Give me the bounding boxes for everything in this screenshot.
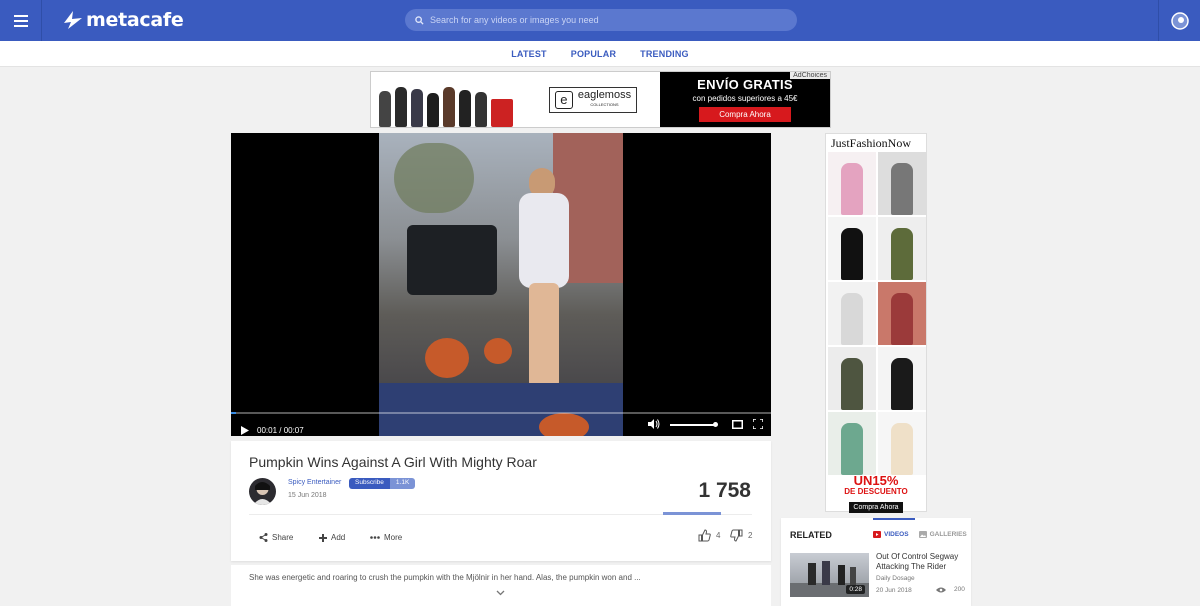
video-play-icon <box>873 531 881 538</box>
brand-e-icon: e <box>554 90 573 109</box>
add-button[interactable]: Add <box>319 533 345 542</box>
more-label: More <box>384 533 403 542</box>
video-info-panel: Pumpkin Wins Against A Girl With Mighty … <box>231 441 771 561</box>
side-ad-cta-button[interactable]: Compra Ahora <box>849 502 903 513</box>
logo-star-icon <box>64 11 82 29</box>
volume-slider[interactable] <box>670 422 718 427</box>
ad-brand-sub: COLLECTIONS <box>590 101 619 107</box>
search-input[interactable] <box>430 15 770 25</box>
volume-button[interactable] <box>648 416 660 434</box>
fullscreen-icon <box>752 418 764 430</box>
play-icon <box>241 426 249 435</box>
channel-name-link[interactable]: Spicy Entertainer <box>288 479 341 486</box>
tab-galleries[interactable]: GALLERIES <box>918 518 967 551</box>
like-count: 4 <box>716 531 721 540</box>
ad-cta-button[interactable]: Compra Ahora <box>699 107 791 122</box>
top-bar: metacafe <box>0 0 1200 41</box>
user-avatar-icon <box>1170 11 1189 30</box>
more-dots-icon <box>370 536 380 539</box>
related-heading: RELATED <box>790 530 832 540</box>
share-button[interactable]: Share <box>259 533 293 542</box>
expand-description-button[interactable] <box>496 583 505 601</box>
thumbs-up-icon <box>698 529 711 542</box>
description-panel: She was energetic and roaring to crush t… <box>231 565 771 606</box>
logo-text: metacafe <box>86 9 184 31</box>
menu-button[interactable] <box>0 0 42 41</box>
related-channel: Daily Dosage <box>876 575 915 582</box>
like-ratio-bar <box>663 512 721 515</box>
video-title: Pumpkin Wins Against A Girl With Mighty … <box>249 454 537 470</box>
video-description: She was energetic and roaring to crush t… <box>249 573 641 582</box>
tab-videos-label: VIDEOS <box>884 531 909 538</box>
search-bar[interactable] <box>405 9 797 31</box>
channel-avatar[interactable] <box>249 478 276 505</box>
sub-navigation: LATEST POPULAR TRENDING <box>0 41 1200 67</box>
ad-subline: con pedidos superiores a 45€ <box>692 94 798 103</box>
chevron-down-icon <box>496 590 505 596</box>
player-right-controls <box>648 416 764 434</box>
more-button[interactable]: More <box>370 533 402 542</box>
related-tabs: VIDEOS GALLERIES <box>873 518 967 551</box>
video-frame <box>379 133 623 436</box>
side-ad-promo: UN15% DE DESCUENTO Compra Ahora <box>826 474 926 514</box>
related-duration: 0:28 <box>846 585 865 594</box>
search-icon <box>415 15 424 25</box>
ad-headline: ENVÍO GRATIS <box>697 77 793 92</box>
related-panel: RELATED VIDEOS GALLERIES 0:28 Out Of Con… <box>781 518 971 606</box>
related-date: 20 Jun 2018 <box>876 587 912 594</box>
related-view-count: 200 <box>954 586 965 593</box>
tab-galleries-label: GALLERIES <box>929 531 967 538</box>
gallery-icon <box>918 531 927 538</box>
share-label: Share <box>272 533 294 542</box>
banner-ad[interactable]: e eaglemoss COLLECTIONS AdChoices ENVÍO … <box>370 71 831 128</box>
dislike-count: 2 <box>748 531 753 540</box>
publish-date: 15 Jun 2018 <box>288 492 327 499</box>
eye-icon <box>936 587 946 592</box>
ad-figurines-image <box>371 72 526 127</box>
volume-icon <box>648 419 660 429</box>
promo-discount-label: DE DESCUENTO <box>844 487 908 496</box>
related-thumbnail[interactable]: 0:28 <box>790 553 869 597</box>
play-button[interactable] <box>241 426 249 435</box>
ad-offer: AdChoices ENVÍO GRATIS con pedidos super… <box>660 72 830 127</box>
view-count: 1 758 <box>698 479 751 502</box>
promo-discount: UN15% <box>853 473 899 488</box>
share-icon <box>259 533 268 542</box>
adchoices-badge[interactable]: AdChoices <box>790 72 830 79</box>
related-title-link[interactable]: Out Of Control Segway Attacking The Ride… <box>876 552 966 572</box>
time-display: 00:01 / 00:07 <box>257 426 304 435</box>
ad-brand-name: eaglemoss <box>577 88 632 101</box>
theater-icon <box>732 420 743 429</box>
side-ad-products <box>826 152 926 475</box>
theater-mode-button[interactable] <box>732 416 743 434</box>
metacafe-logo[interactable]: metacafe <box>62 6 184 34</box>
side-ad-brand: JustFashionNow <box>831 135 912 150</box>
side-ad[interactable]: JustFashionNow UN15% DE DESCUENTO Compra… <box>825 133 927 514</box>
nav-popular[interactable]: POPULAR <box>571 49 616 59</box>
video-player[interactable]: 00:01 / 00:07 <box>231 133 771 436</box>
fullscreen-button[interactable] <box>752 416 764 434</box>
tab-videos[interactable]: VIDEOS <box>873 518 915 551</box>
plus-icon <box>319 533 327 542</box>
subscribe-label: Subscribe <box>349 478 390 489</box>
user-menu-button[interactable] <box>1158 0 1200 41</box>
dislike-button[interactable]: 2 <box>730 529 752 542</box>
hamburger-icon <box>13 14 28 27</box>
related-views: 200 <box>936 586 965 593</box>
nav-latest[interactable]: LATEST <box>511 49 547 59</box>
subscribe-button[interactable]: Subscribe 1.1K <box>349 478 416 489</box>
like-button[interactable]: 4 <box>698 529 720 542</box>
nav-trending[interactable]: TRENDING <box>640 49 689 59</box>
add-label: Add <box>331 533 346 542</box>
subscriber-count: 1.1K <box>389 478 416 489</box>
ad-brand: e eaglemoss COLLECTIONS <box>526 72 660 127</box>
thumbs-down-icon <box>730 529 743 542</box>
